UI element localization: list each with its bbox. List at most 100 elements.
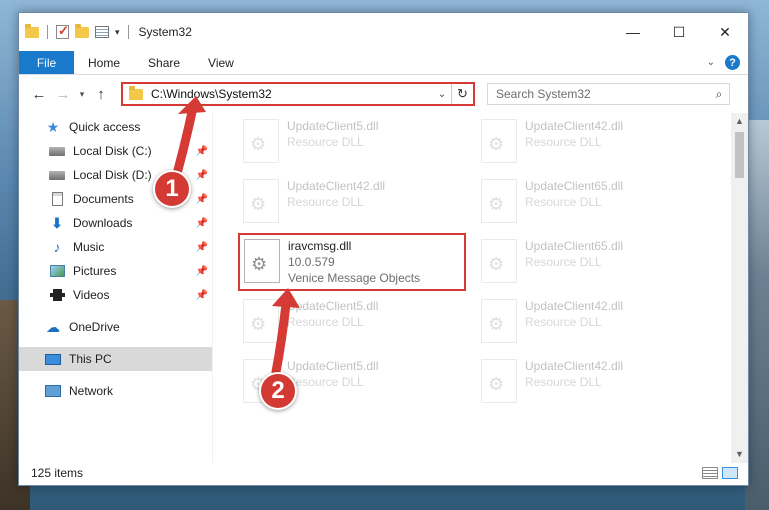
file-name: UpdateClient5.dll: [287, 299, 379, 313]
sidebar-item-network[interactable]: Network: [19, 379, 212, 403]
sidebar-item-music[interactable]: ♪ Music 📌: [19, 235, 212, 259]
new-folder-icon[interactable]: [75, 23, 89, 38]
file-name: UpdateClient42.dll: [525, 119, 624, 133]
status-bar: 125 items: [19, 461, 748, 485]
file-item[interactable]: UpdateClient5.dll Resource DLL: [239, 115, 469, 171]
toolbar-divider: [47, 25, 48, 39]
back-arrow-icon[interactable]: ←: [27, 86, 51, 103]
help-icon[interactable]: ?: [725, 55, 740, 70]
file-name: UpdateClient42.dll: [287, 179, 386, 193]
quick-access-toolbar: ▾: [25, 23, 120, 39]
view-toggle: [702, 467, 748, 479]
sidebar-item-local-disk-c[interactable]: Local Disk (C:) 📌: [19, 139, 212, 163]
sidebar-item-label: Pictures: [73, 264, 117, 278]
title-bar: ▾ System32 — ☐ ✕: [19, 13, 748, 51]
file-version: 10.0.579: [288, 255, 335, 269]
file-list: UpdateClient5.dll Resource DLL UpdateClie…: [213, 113, 748, 463]
file-item-iravcmsg-dll[interactable]: iravcmsg.dll 10.0.579 Venice Message Obj…: [238, 233, 466, 291]
close-button[interactable]: ✕: [702, 13, 748, 51]
minimize-button[interactable]: —: [610, 13, 656, 51]
music-icon: ♪: [53, 239, 61, 255]
tab-share[interactable]: Share: [134, 51, 194, 74]
file-item[interactable]: UpdateClient5.dll Resource DLL: [239, 295, 469, 351]
dll-file-icon: [243, 179, 279, 223]
address-folder-icon: [129, 85, 143, 100]
file-name: UpdateClient42.dll: [525, 359, 624, 373]
search-input[interactable]: Search System32: [496, 87, 709, 101]
file-type: Resource DLL: [525, 135, 602, 149]
file-item[interactable]: UpdateClient65.dll Resource DLL: [477, 175, 707, 231]
tab-file[interactable]: File: [19, 51, 74, 74]
file-item[interactable]: UpdateClient42.dll Resource DLL: [477, 355, 707, 411]
sidebar-item-label: Videos: [73, 288, 110, 302]
up-arrow-icon[interactable]: ↑: [89, 86, 113, 103]
large-icons-view-icon[interactable]: [722, 467, 738, 479]
sidebar-item-label: Downloads: [73, 216, 133, 230]
refresh-icon[interactable]: ↻: [451, 84, 473, 104]
properties-icon[interactable]: [95, 26, 109, 38]
disk-icon: [49, 144, 65, 158]
file-name: UpdateClient65.dll: [525, 179, 624, 193]
search-box[interactable]: Search System32 ⌕: [487, 83, 730, 105]
sidebar-item-label: Network: [69, 384, 114, 398]
file-type: Resource DLL: [525, 195, 602, 209]
sidebar-item-downloads[interactable]: ⬇ Downloads 📌: [19, 211, 212, 235]
file-item[interactable]: UpdateClient65.dll Resource DLL: [477, 235, 707, 291]
dll-file-icon: [481, 239, 517, 283]
file-name: UpdateClient5.dll: [287, 119, 379, 133]
file-item[interactable]: UpdateClient42.dll Resource DLL: [477, 295, 707, 351]
file-item[interactable]: UpdateClient42.dll Resource DLL: [239, 175, 469, 231]
file-item[interactable]: UpdateClient42.dll Resource DLL: [477, 115, 707, 171]
sidebar-item-onedrive[interactable]: ☁ OneDrive: [19, 315, 212, 339]
tab-view[interactable]: View: [194, 51, 248, 74]
file-name: UpdateClient5.dll: [287, 359, 379, 373]
documents-icon: [49, 192, 65, 206]
item-count: 125 items: [31, 466, 84, 480]
dll-file-icon: [243, 299, 279, 343]
vertical-scrollbar[interactable]: ▲ ▼: [731, 113, 748, 463]
sidebar-item-this-pc[interactable]: This PC: [19, 347, 212, 371]
navigation-bar: ← → ▾ ↑ C:\Windows\System32 ⌄ ↻ Search S…: [19, 75, 748, 113]
address-path[interactable]: C:\Windows\System32: [151, 87, 433, 101]
ribbon-right-controls: ⌄ ?: [707, 51, 748, 74]
scroll-up-arrow-icon[interactable]: ▲: [731, 113, 748, 130]
sidebar-item-quick-access[interactable]: ★ Quick access: [19, 115, 212, 139]
expand-ribbon-chevron-icon[interactable]: ⌄: [707, 57, 715, 68]
dll-file-icon: [481, 359, 517, 403]
properties-check-icon[interactable]: [56, 23, 69, 39]
network-icon: [45, 384, 61, 398]
pin-icon[interactable]: 📌: [196, 290, 208, 301]
pin-icon[interactable]: 📌: [196, 146, 208, 157]
details-view-icon[interactable]: [702, 467, 718, 479]
search-icon[interactable]: ⌕: [709, 87, 729, 102]
address-dropdown-chevron-icon[interactable]: ⌄: [433, 89, 451, 100]
file-explorer-window: ▾ System32 — ☐ ✕ File Home Share View ⌄ …: [18, 12, 749, 486]
scrollbar-thumb[interactable]: [735, 132, 744, 178]
sidebar-item-label: Local Disk (C:): [73, 144, 152, 158]
sidebar-item-videos[interactable]: Videos 📌: [19, 283, 212, 307]
file-name: UpdateClient42.dll: [525, 299, 624, 313]
file-description: Venice Message Objects: [288, 271, 421, 285]
sidebar-item-label: Local Disk (D:): [73, 168, 152, 182]
window-controls: — ☐ ✕: [610, 13, 748, 51]
sidebar-item-pictures[interactable]: Pictures 📌: [19, 259, 212, 283]
pin-icon[interactable]: 📌: [196, 218, 208, 229]
forward-arrow-icon[interactable]: →: [51, 86, 75, 103]
file-type: Resource DLL: [525, 255, 602, 269]
file-name: UpdateClient65.dll: [525, 239, 624, 253]
step-2-callout: 2: [259, 372, 297, 410]
file-type: Resource DLL: [287, 375, 364, 389]
window-title: System32: [138, 25, 192, 39]
pin-icon[interactable]: 📌: [196, 170, 208, 181]
disk-icon: [49, 168, 65, 182]
pin-icon[interactable]: 📌: [196, 194, 208, 205]
customize-toolbar-chevron-icon[interactable]: ▾: [115, 27, 120, 38]
videos-icon: [49, 288, 65, 302]
pin-icon[interactable]: 📌: [196, 242, 208, 253]
recent-locations-chevron-icon[interactable]: ▾: [75, 89, 89, 100]
tab-home[interactable]: Home: [74, 51, 134, 74]
maximize-button[interactable]: ☐: [656, 13, 702, 51]
pin-icon[interactable]: 📌: [196, 266, 208, 277]
sidebar-item-label: Music: [73, 240, 105, 254]
address-bar[interactable]: C:\Windows\System32 ⌄ ↻: [121, 82, 475, 106]
